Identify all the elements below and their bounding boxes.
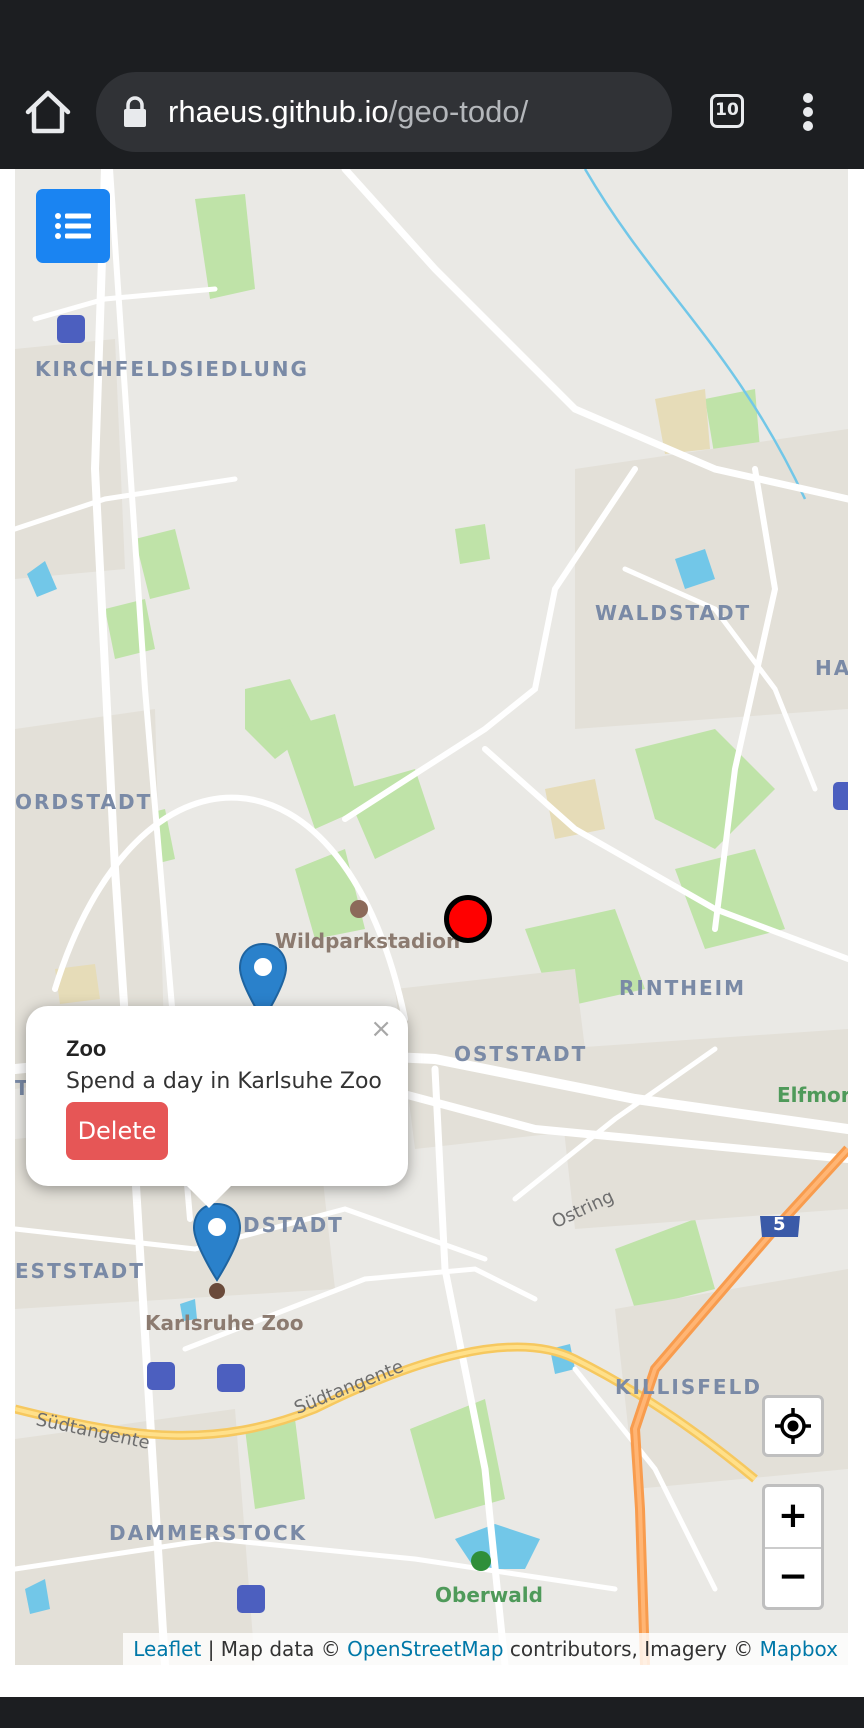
- map-container[interactable]: KIRCHFELDSIEDLUNG WALDSTADT HA ORDSTADT …: [15, 169, 848, 1665]
- todo-list-button[interactable]: [36, 189, 110, 263]
- current-location-dot: [444, 895, 492, 943]
- attribution-text-2: contributors, Imagery ©: [503, 1637, 760, 1661]
- popup-title: Zoo: [66, 1036, 107, 1061]
- label-dammerstock: DAMMERSTOCK: [109, 1521, 308, 1545]
- mapbox-link[interactable]: Mapbox: [760, 1637, 838, 1661]
- url-path: /geo-todo/: [388, 94, 529, 129]
- popup-tip: [183, 1182, 235, 1208]
- label-oberwald: Oberwald: [435, 1583, 543, 1607]
- label-kirchfeldsiedlung: KIRCHFELDSIEDLUNG: [35, 357, 309, 381]
- label-karlsruhe-zoo: Karlsruhe Zoo: [145, 1311, 304, 1335]
- browser-toolbar: rhaeus.github.io/geo-todo/ 10: [0, 0, 864, 169]
- tab-switcher-icon[interactable]: 10: [710, 94, 744, 128]
- url-text: rhaeus.github.io/geo-todo/: [168, 72, 528, 152]
- label-eststadt: ESTSTADT: [15, 1259, 145, 1283]
- label-weststadt-cut: DSTADT: [243, 1213, 344, 1237]
- more-vert-icon[interactable]: [800, 92, 816, 132]
- label-waldstadt: WALDSTADT: [595, 601, 752, 625]
- locate-icon: [775, 1408, 811, 1444]
- label-rintheim: RINTHEIM: [619, 976, 746, 1000]
- locate-button[interactable]: [762, 1395, 824, 1457]
- label-elfmorgen: Elfmor: [777, 1083, 848, 1107]
- marker-popup: × Zoo Spend a day in Karlsuhe Zoo Delete: [26, 1006, 408, 1186]
- system-navigation-bar: [0, 1697, 864, 1728]
- label-killisfeld: KILLISFELD: [615, 1375, 762, 1399]
- openstreetmap-link[interactable]: OpenStreetMap: [347, 1637, 503, 1661]
- delete-button[interactable]: Delete: [66, 1102, 168, 1160]
- url-bar[interactable]: rhaeus.github.io/geo-todo/: [96, 72, 672, 152]
- popup-close-button[interactable]: ×: [370, 1014, 392, 1044]
- list-icon: [55, 213, 91, 239]
- zoom-out-button[interactable]: −: [765, 1548, 821, 1608]
- zoom-control: + −: [762, 1484, 824, 1610]
- map-attribution: Leaflet | Map data © OpenStreetMap contr…: [123, 1633, 848, 1665]
- url-host: rhaeus.github.io: [168, 94, 389, 129]
- label-nordstadt: ORDSTADT: [15, 790, 153, 814]
- leaflet-link[interactable]: Leaflet: [133, 1637, 201, 1661]
- label-wildparkstadion: Wildparkstadion: [275, 929, 461, 953]
- attribution-text-1: | Map data ©: [201, 1637, 348, 1661]
- label-oststadt: OSTSTADT: [454, 1042, 588, 1066]
- lock-icon: [124, 96, 146, 127]
- zoom-in-button[interactable]: +: [765, 1487, 821, 1549]
- label-a5: 5: [773, 1214, 786, 1235]
- map-marker-icon[interactable]: [192, 1202, 242, 1282]
- tab-count: 10: [715, 100, 739, 120]
- popup-description: Spend a day in Karlsuhe Zoo: [66, 1069, 382, 1094]
- home-icon[interactable]: [22, 86, 74, 138]
- label-ha: HA: [815, 656, 848, 680]
